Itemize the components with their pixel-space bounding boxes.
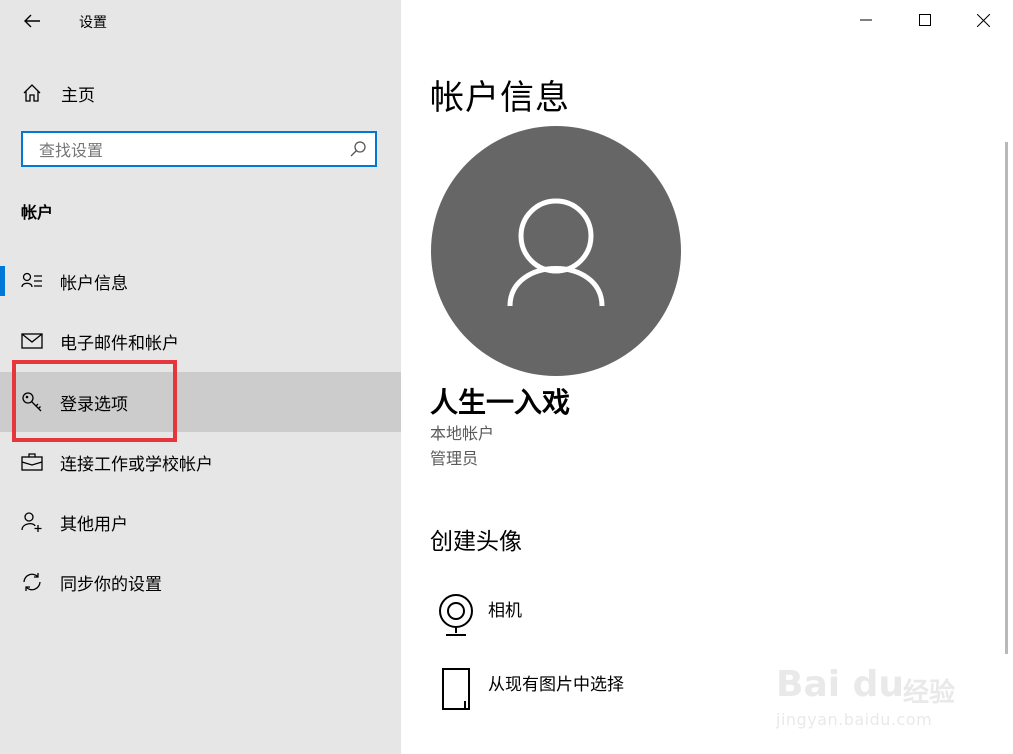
sidebar-item-home[interactable]: 主页 — [0, 63, 401, 123]
account-role: 管理员 — [430, 449, 479, 468]
camera-option-label[interactable]: 相机 — [488, 596, 522, 621]
sidebar-item-label: 登录选项 — [60, 394, 128, 415]
minimize-button[interactable] — [843, 0, 889, 40]
camera-icon — [439, 594, 473, 636]
back-arrow-icon — [24, 14, 40, 28]
close-icon — [976, 13, 990, 27]
section-title: 帐户 — [21, 203, 54, 222]
add-person-icon — [20, 510, 44, 534]
sidebar-item-label: 帐户信息 — [60, 273, 128, 294]
maximize-icon — [919, 14, 931, 26]
watermark-brand: Bai du — [776, 664, 905, 705]
sidebar-item-label: 同步你的设置 — [60, 574, 162, 595]
scrollbar[interactable] — [1005, 142, 1008, 654]
minimize-icon — [860, 19, 872, 21]
avatar — [431, 126, 681, 376]
user-silhouette-icon — [507, 198, 605, 307]
search-icon[interactable] — [349, 140, 367, 158]
picture-file-icon — [442, 668, 470, 710]
close-button[interactable] — [960, 0, 1006, 40]
user-name: 人生一入戏 — [430, 386, 571, 419]
sidebar-item-sync[interactable]: 同步你的设置 — [0, 552, 401, 612]
sidebar-item-label: 主页 — [61, 85, 95, 106]
maximize-button[interactable] — [902, 0, 948, 40]
watermark-brand-cn: 经验 — [903, 678, 956, 708]
create-avatar-title: 创建头像 — [430, 529, 522, 555]
browse-picture-button[interactable] — [436, 665, 476, 715]
key-icon — [20, 390, 44, 414]
mail-icon — [20, 329, 44, 353]
camera-option-button[interactable] — [436, 590, 476, 640]
sidebar-item-account-info[interactable]: 帐户信息 — [0, 251, 401, 311]
watermark-url: jingyan.baidu.com — [776, 710, 933, 729]
sidebar-item-label: 其他用户 — [60, 514, 128, 535]
sync-icon — [20, 570, 44, 594]
account-type: 本地帐户 — [430, 424, 495, 443]
page-title: 帐户信息 — [430, 78, 570, 118]
sidebar-item-sign-in-options[interactable]: 登录选项 — [0, 372, 401, 432]
sidebar-item-label: 连接工作或学校帐户 — [60, 454, 213, 475]
search-input[interactable] — [37, 133, 351, 167]
sidebar-item-other-users[interactable]: 其他用户 — [0, 492, 401, 552]
search-box[interactable] — [21, 131, 377, 167]
app-title: 设置 — [79, 15, 107, 31]
sidebar-item-email[interactable]: 电子邮件和帐户 — [0, 311, 401, 371]
home-icon — [20, 81, 44, 105]
sidebar-item-work-school[interactable]: 连接工作或学校帐户 — [0, 432, 401, 492]
sidebar-item-label: 电子邮件和帐户 — [60, 333, 179, 354]
account-info-icon — [20, 269, 44, 293]
browse-picture-label[interactable]: 从现有图片中选择 — [488, 670, 624, 695]
briefcase-icon — [20, 450, 44, 474]
watermark: Bai du 经验 jingyan.baidu.com — [776, 640, 966, 736]
back-button[interactable] — [12, 6, 52, 36]
